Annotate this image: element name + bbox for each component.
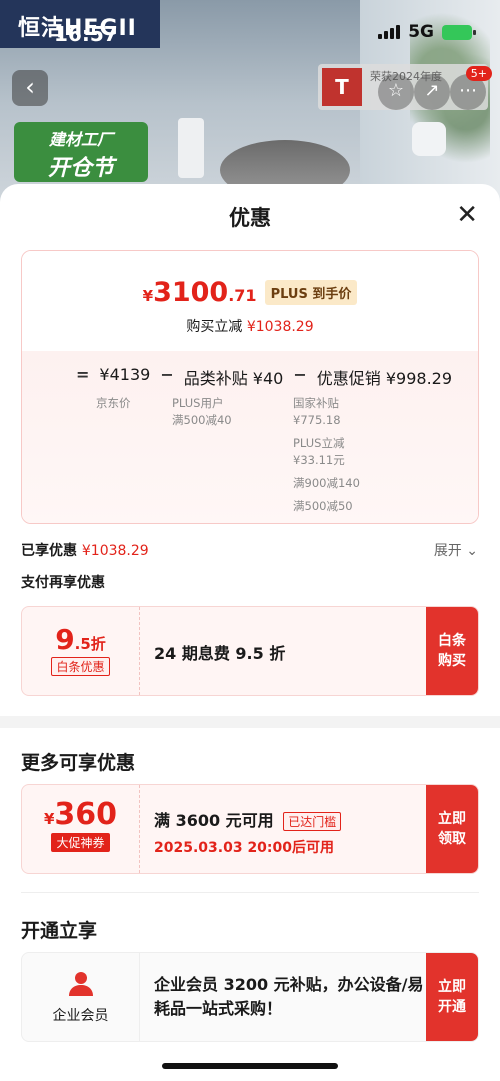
share-icon[interactable]: ↗ [414, 74, 450, 110]
coupon-currency: ¥ [43, 810, 55, 828]
formula-original-price: ¥4139 [99, 365, 151, 384]
promo-line2: 开仓节 [47, 156, 114, 181]
price-formula-panel: = ¥4139 − 品类补贴 ¥40 − 优惠促销 ¥998.29 京东价 PL… [22, 351, 478, 523]
discount-small: .5折 [74, 635, 106, 653]
back-button[interactable]: ‹ [12, 70, 48, 106]
plus-price-badge: PLUS 到手价 [264, 280, 358, 305]
promo-detail-line: PLUS立减 [293, 436, 345, 450]
final-price-decimal: .71 [228, 286, 257, 305]
enterprise-desc: 企业会员 3200 元补贴，办公设备/易耗品一站式采购！ [154, 975, 424, 1018]
divider [21, 892, 479, 893]
subsidy-detail: PLUS用户 满500减40 [172, 395, 232, 429]
enterprise-member-left: 企业会员 [22, 953, 140, 1041]
final-price-integer: 3100 [153, 277, 229, 308]
pay-section-title: 支付再享优惠 [21, 575, 105, 591]
promo-line1: 建材工厂 [48, 130, 113, 149]
section-gap [0, 716, 500, 728]
user-icon [22, 953, 139, 1001]
promo-detail-line: 满900减140 [293, 476, 360, 490]
enjoyed-discount: 已享优惠 ¥1038.29 [21, 540, 149, 560]
product-sensor-image [412, 122, 446, 156]
open-member-button[interactable]: 立即 开通 [426, 953, 478, 1041]
action-line: 领取 [438, 831, 466, 847]
favorite-icon[interactable]: ☆ [378, 74, 414, 110]
product-remote-image [178, 118, 204, 178]
baitiao-tag: 白条优惠 [51, 657, 110, 676]
status-bar-right: 5G [378, 22, 476, 42]
enjoyed-amount: ¥1038.29 [81, 543, 149, 559]
promo-detail-line: 国家补贴 [293, 396, 339, 410]
formula-minus: − [160, 365, 174, 384]
final-price-currency: ¥ [142, 287, 154, 305]
bigsale-desc-area: 满 3600 元可用 已达门槛 2025.03.03 20:00后可用 [154, 785, 424, 873]
enjoyed-label: 已享优惠 [21, 543, 77, 559]
coupon-amount: 360 [54, 797, 118, 832]
baitiao-buy-button[interactable]: 白条 购买 [426, 607, 478, 695]
subsidy-detail-line: 满500减40 [172, 413, 232, 427]
instant-reduction-amount: ¥1038.29 [246, 319, 314, 335]
coupon-valid-time: 2025.03.03 20:00后可用 [154, 840, 335, 856]
promo-banner[interactable]: 建材工厂 开仓节 [14, 122, 148, 182]
enterprise-desc-area: 企业会员 3200 元补贴，办公设备/易耗品一站式采购！ [154, 953, 424, 1041]
formula-equals: = [76, 365, 90, 384]
price-breakdown-card: ¥3100.71 PLUS 到手价 购买立减 ¥1038.29 = ¥4139 … [21, 250, 479, 524]
formula-category-subsidy: 品类补贴 ¥40 [183, 369, 284, 388]
original-price-label: 京东价 [96, 396, 131, 410]
bigsale-coupon-value: ¥360 大促神券 [22, 785, 140, 873]
more-section-title: 更多可享优惠 [21, 752, 136, 774]
coupon-status-tag: 已达门槛 [283, 812, 342, 831]
battery-icon [442, 24, 476, 40]
award-badge: T [322, 68, 362, 106]
expand-label: 展开 [433, 543, 462, 559]
subsidy-detail-line: PLUS用户 [172, 396, 224, 410]
enterprise-member-label: 企业会员 [52, 1008, 109, 1024]
promo-detail-line: 满500减50 [293, 499, 353, 513]
sheet-title: 优惠 [229, 206, 271, 230]
signal-icon [378, 25, 401, 39]
claim-coupon-button[interactable]: 立即 领取 [426, 785, 478, 873]
instant-reduction: 购买立减 ¥1038.29 [22, 316, 478, 336]
status-time: 16:57 [54, 22, 118, 46]
action-line: 购买 [438, 653, 466, 669]
discount-big: 9 [55, 623, 75, 656]
promo-detail: 国家补贴 ¥775.18 PLUS立减 ¥33.11元 满900减140 满50… [293, 395, 360, 515]
formula-minus: − [293, 365, 307, 384]
baitiao-desc-area: 24 期息费 9.5 折 [154, 607, 424, 695]
promo-detail-line: ¥775.18 [293, 413, 341, 427]
formula-promo-total: 优惠促销 ¥998.29 [316, 369, 453, 388]
home-indicator[interactable] [162, 1063, 338, 1069]
bigsale-tag: 大促神券 [51, 833, 110, 852]
action-line: 立即 [438, 811, 466, 827]
action-line: 立即 [438, 979, 466, 995]
baitiao-coupon: 9.5折 白条优惠 24 期息费 9.5 折 白条 购买 [21, 606, 479, 696]
cart-count-badge: 5+ [465, 66, 492, 81]
final-price: ¥3100.71 [143, 277, 257, 308]
chevron-down-icon: ⌄ [466, 543, 478, 559]
price-summary: ¥3100.71 PLUS 到手价 购买立减 ¥1038.29 [22, 251, 478, 351]
enterprise-member-card: 企业会员 企业会员 3200 元补贴，办公设备/易耗品一站式采购！ 立即 开通 [21, 952, 479, 1042]
action-line: 白条 [438, 633, 466, 649]
price-formula: = ¥4139 − 品类补贴 ¥40 − 优惠促销 ¥998.29 [76, 365, 452, 389]
coupon-threshold: 满 3600 元可用 [154, 811, 274, 830]
instant-reduction-label: 购买立减 [186, 319, 243, 335]
network-label: 5G [408, 22, 434, 42]
bigsale-coupon: ¥360 大促神券 满 3600 元可用 已达门槛 2025.03.03 20:… [21, 784, 479, 874]
expand-button[interactable]: 展开 ⌄ [434, 540, 478, 560]
close-icon[interactable]: ✕ [456, 202, 478, 228]
discount-sheet: 优惠 ✕ ¥3100.71 PLUS 到手价 购买立减 ¥1038.29 = ¥… [0, 184, 500, 1081]
promo-detail-line: ¥33.11元 [293, 453, 345, 467]
baitiao-discount-value: 9.5折 白条优惠 [22, 607, 140, 695]
open-section-title: 开通立享 [21, 920, 98, 942]
baitiao-desc: 24 期息费 9.5 折 [154, 644, 286, 663]
action-line: 开通 [438, 999, 466, 1015]
